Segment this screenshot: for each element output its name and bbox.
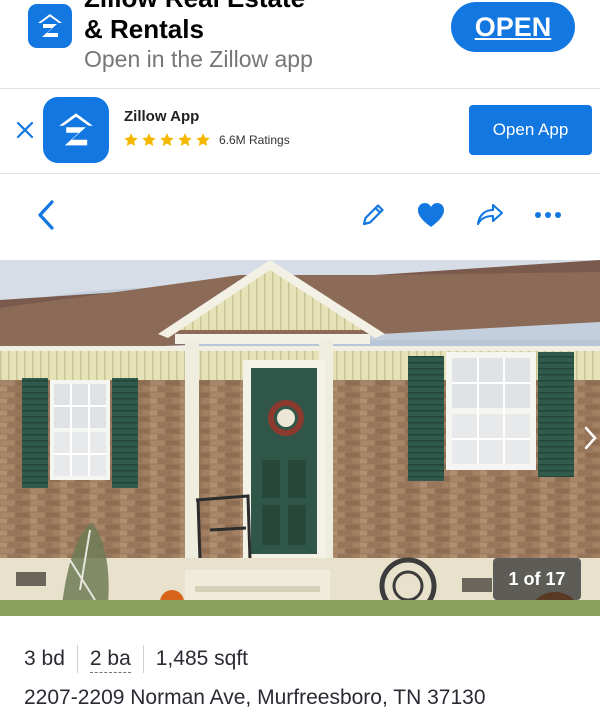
- app-name: Zillow App: [124, 108, 200, 125]
- next-photo-chevron-icon[interactable]: [580, 408, 600, 468]
- listing-facts: 3 bd 2 ba 1,485 sqft: [24, 643, 248, 675]
- star-icon: [178, 133, 192, 146]
- share-icon[interactable]: [473, 198, 507, 232]
- beds-count: 3 bd: [24, 647, 65, 670]
- zillow-logo-icon: [28, 4, 72, 48]
- photo-counter: 1 of 17: [493, 558, 581, 600]
- more-dots-icon[interactable]: [531, 198, 565, 232]
- heart-icon[interactable]: [414, 198, 448, 232]
- smart-app-banner: Zillow App 6.6M Ratings Open App: [0, 89, 600, 173]
- app-promo-banner: Zillow Real Estate & Rentals Open in the…: [0, 0, 600, 88]
- star-icon: [124, 133, 138, 146]
- star-icon: [142, 133, 156, 146]
- listing-photo[interactable]: 1 of 17: [0, 260, 600, 616]
- ratings-count: 6.6M Ratings: [219, 133, 290, 147]
- divider: [76, 645, 78, 673]
- promo-open-button[interactable]: OPEN: [451, 2, 575, 52]
- edit-pencil-icon[interactable]: [356, 198, 390, 232]
- promo-title-line1: Zillow Real Estate: [84, 0, 305, 14]
- listing-address: 2207-2209 Norman Ave, Murfreesboro, TN 3…: [24, 686, 486, 709]
- rating-stars: 6.6M Ratings: [123, 132, 290, 148]
- sqft-value: 1,485 sqft: [155, 647, 248, 670]
- close-icon[interactable]: [12, 117, 38, 143]
- star-icon: [160, 133, 174, 146]
- back-chevron-icon[interactable]: [30, 198, 64, 232]
- star-icon: [196, 133, 210, 146]
- baths-count[interactable]: 2 ba: [89, 646, 131, 673]
- promo-title-line2: & Rentals: [84, 14, 204, 44]
- promo-subtitle: Open in the Zillow app: [84, 46, 313, 72]
- listing-toolbar: [0, 174, 600, 260]
- open-app-button[interactable]: Open App: [469, 105, 592, 155]
- zillow-app-logo-icon: [43, 97, 109, 163]
- divider: [142, 645, 144, 673]
